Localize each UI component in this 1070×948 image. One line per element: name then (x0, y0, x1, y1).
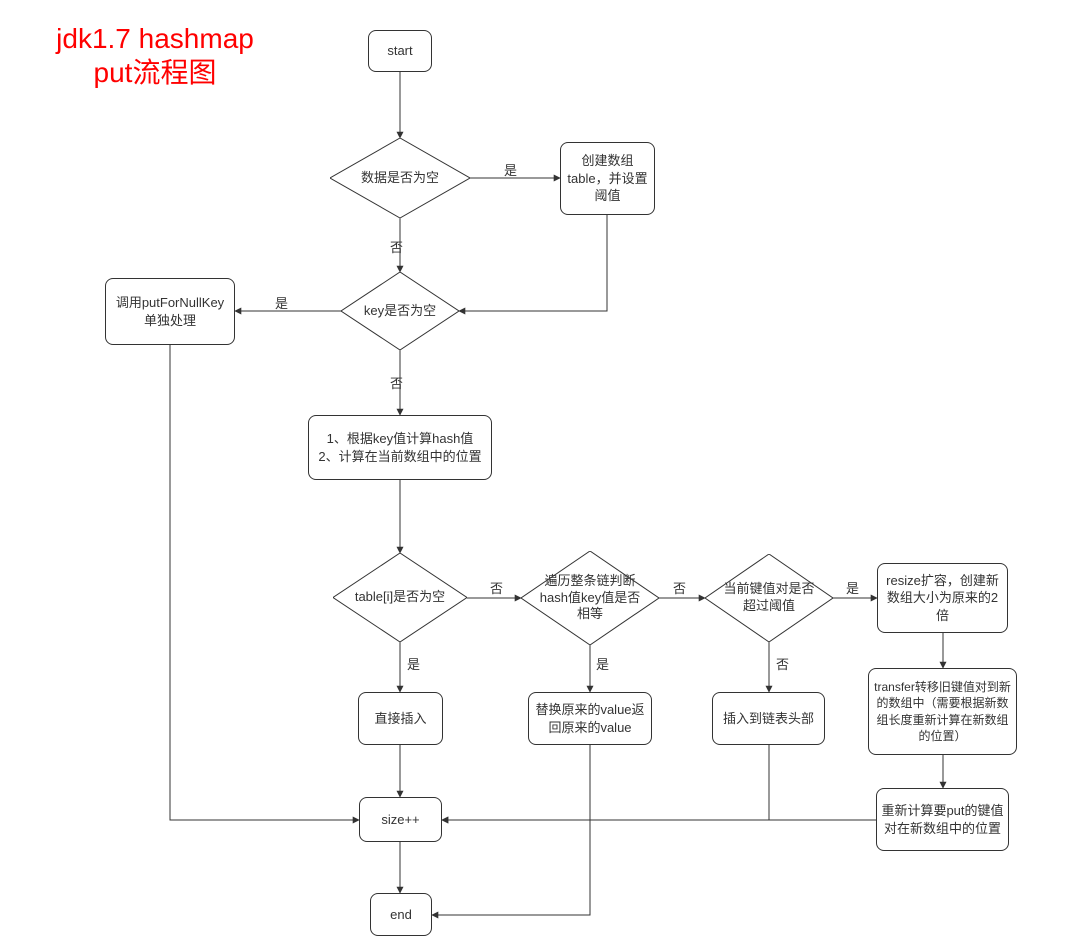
node-sizepp-label: size++ (381, 811, 419, 829)
label-traverse-yes: 是 (596, 654, 609, 673)
label-traverse-no: 否 (673, 578, 686, 597)
node-traverse: 遍历整条链判断hash值key值是否相等 (521, 551, 659, 645)
node-insert-head-label: 插入到链表头部 (723, 710, 814, 728)
node-sizepp: size++ (359, 797, 442, 842)
title-line1: jdk1.7 hashmap (56, 23, 254, 54)
label-table-i-no: 否 (490, 578, 503, 597)
title-line2: put流程图 (94, 57, 217, 88)
label-data-empty-no: 否 (390, 237, 403, 256)
node-calc-hash-label: 1、根据key值计算hash值 2、计算在当前数组中的位置 (318, 430, 481, 465)
node-key-null-label: key是否为空 (364, 303, 436, 320)
node-threshold-label: 当前键值对是否超过阈值 (719, 581, 819, 615)
node-transfer: transfer转移旧键值对到新的数组中（需要根据新数组长度重新计算在新数组的位… (868, 668, 1017, 755)
node-traverse-label: 遍历整条链判断hash值key值是否相等 (535, 573, 645, 624)
node-create-table: 创建数组table，并设置阈值 (560, 142, 655, 215)
node-data-empty: 数据是否为空 (330, 138, 470, 218)
node-insert-head: 插入到链表头部 (712, 692, 825, 745)
node-direct-insert: 直接插入 (358, 692, 443, 745)
label-threshold-yes: 是 (846, 578, 859, 597)
node-calc-hash: 1、根据key值计算hash值 2、计算在当前数组中的位置 (308, 415, 492, 480)
node-resize: resize扩容，创建新数组大小为原来的2倍 (877, 563, 1008, 633)
node-table-i: table[i]是否为空 (333, 553, 467, 642)
node-start: start (368, 30, 432, 72)
node-recalc: 重新计算要put的键值对在新数组中的位置 (876, 788, 1009, 851)
node-put-for-null: 调用putForNullKey单独处理 (105, 278, 235, 345)
node-threshold: 当前键值对是否超过阈值 (705, 554, 833, 642)
node-key-null: key是否为空 (341, 272, 459, 350)
node-table-i-label: table[i]是否为空 (355, 589, 445, 606)
label-key-null-no: 否 (390, 373, 403, 392)
label-key-null-yes: 是 (275, 293, 288, 312)
node-start-label: start (387, 42, 412, 60)
label-data-empty-yes: 是 (504, 160, 517, 179)
node-replace-val-label: 替换原来的value返回原来的value (533, 701, 647, 736)
diagram-title: jdk1.7 hashmap put流程图 (30, 22, 280, 89)
label-threshold-no: 否 (776, 654, 789, 673)
node-recalc-label: 重新计算要put的键值对在新数组中的位置 (881, 802, 1004, 837)
label-table-i-yes: 是 (407, 654, 420, 673)
node-end-label: end (390, 906, 412, 924)
node-put-for-null-label: 调用putForNullKey单独处理 (110, 294, 230, 329)
node-data-empty-label: 数据是否为空 (361, 170, 439, 187)
node-create-table-label: 创建数组table，并设置阈值 (565, 152, 650, 205)
node-resize-label: resize扩容，创建新数组大小为原来的2倍 (882, 572, 1003, 625)
node-replace-val: 替换原来的value返回原来的value (528, 692, 652, 745)
node-direct-insert-label: 直接插入 (374, 710, 426, 728)
node-end: end (370, 893, 432, 936)
node-transfer-label: transfer转移旧键值对到新的数组中（需要根据新数组长度重新计算在新数组的位… (873, 679, 1012, 744)
